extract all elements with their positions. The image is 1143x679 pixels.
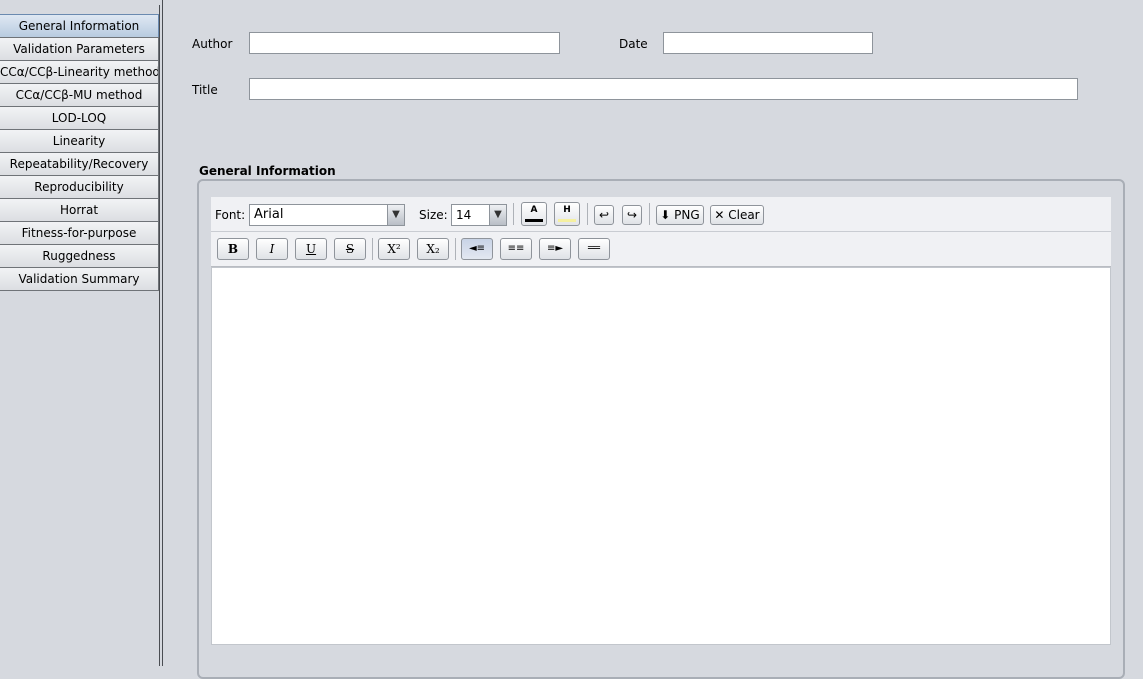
splitter-line <box>159 5 160 666</box>
font-select[interactable]: Arial ▼ <box>249 204 405 226</box>
sidebar-item-cca-ccb-mu[interactable]: CCα/CCβ-MU method <box>0 83 159 107</box>
size-label: Size: <box>419 208 448 222</box>
superscript-button[interactable]: X² <box>378 238 410 260</box>
align-right-button[interactable]: ≡► <box>539 238 571 260</box>
font-label: Font: <box>215 208 246 222</box>
bold-button[interactable]: B <box>217 238 249 260</box>
italic-button[interactable]: I <box>256 238 288 260</box>
font-select-value: Arial <box>254 207 284 222</box>
title-field[interactable] <box>249 78 1078 100</box>
size-select[interactable]: 14 ▼ <box>451 204 507 226</box>
sidebar: General Information Validation Parameter… <box>0 0 160 666</box>
sidebar-item-reproducibility[interactable]: Reproducibility <box>0 175 159 199</box>
text-color-swatch <box>525 219 543 222</box>
underline-button[interactable]: U <box>295 238 327 260</box>
chevron-down-icon[interactable]: ▼ <box>387 205 404 225</box>
redo-icon[interactable]: ↪ <box>622 205 642 225</box>
toolbar-separator <box>587 203 588 225</box>
sidebar-item-validation-summary[interactable]: Validation Summary <box>0 267 159 291</box>
author-field[interactable] <box>249 32 560 54</box>
highlight-color-swatch <box>558 219 576 222</box>
subscript-button[interactable]: X₂ <box>417 238 449 260</box>
export-png-button[interactable]: ⬇ PNG <box>656 205 704 225</box>
toolbar-separator <box>649 203 650 225</box>
sidebar-item-repeatability-recovery[interactable]: Repeatability/Recovery <box>0 152 159 176</box>
clear-button[interactable]: ✕ Clear <box>710 205 764 225</box>
toolbar-separator <box>372 238 373 260</box>
toolbar-separator <box>455 238 456 260</box>
section-title: General Information <box>199 164 336 178</box>
sidebar-item-horrat[interactable]: Horrat <box>0 198 159 222</box>
splitter-handle[interactable] <box>162 0 163 666</box>
sidebar-item-ruggedness[interactable]: Ruggedness <box>0 244 159 268</box>
undo-icon[interactable]: ↩ <box>594 205 614 225</box>
sidebar-item-validation-parameters[interactable]: Validation Parameters <box>0 37 159 61</box>
chevron-down-icon[interactable]: ▼ <box>489 205 506 225</box>
sidebar-item-general-information[interactable]: General Information <box>0 14 159 38</box>
highlight-icon: H <box>563 205 571 215</box>
align-left-button[interactable]: ◄≡ <box>461 238 493 260</box>
title-label: Title <box>192 83 218 97</box>
date-label: Date <box>619 37 648 51</box>
strikethrough-button[interactable]: S <box>334 238 366 260</box>
author-label: Author <box>192 37 233 51</box>
sidebar-item-lod-loq[interactable]: LOD-LOQ <box>0 106 159 130</box>
formatting-toolbar-bottom: B I U S X² X₂ ◄≡ ≡≡ ≡► ══ <box>211 232 1111 267</box>
justify-button[interactable]: ══ <box>578 238 610 260</box>
size-select-value: 14 <box>456 208 472 222</box>
sidebar-item-fitness-for-purpose[interactable]: Fitness-for-purpose <box>0 221 159 245</box>
align-center-button[interactable]: ≡≡ <box>500 238 532 260</box>
text-color-button[interactable]: A <box>521 202 547 226</box>
toolbar-separator <box>513 203 514 225</box>
text-color-icon: A <box>530 205 538 215</box>
formatting-toolbar-top: Font: Arial ▼ Size: 14 ▼ A H ↩ ↪ ⬇ PNG ✕… <box>211 197 1111 232</box>
highlight-color-button[interactable]: H <box>554 202 580 226</box>
date-field[interactable] <box>663 32 873 54</box>
sidebar-item-linearity[interactable]: Linearity <box>0 129 159 153</box>
sidebar-item-cca-ccb-linearity[interactable]: CCα/CCβ-Linearity method <box>0 60 159 84</box>
rich-text-editor[interactable] <box>211 267 1111 645</box>
